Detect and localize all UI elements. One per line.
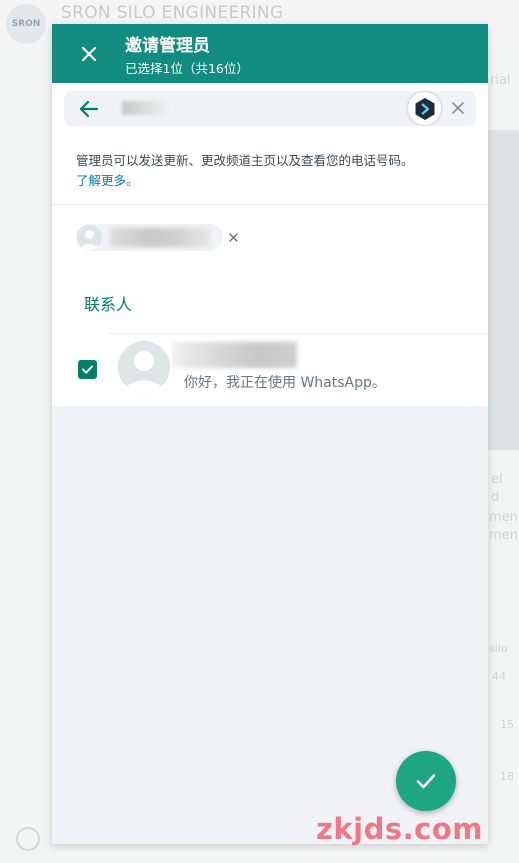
background-text: d [491,490,500,505]
background-text: ment [489,528,519,543]
selected-contact-chip [76,224,238,251]
search-bar [52,83,488,133]
info-section: 管理员可以发送更新、更改频道主页以及查看您的电话号码。 了解更多。 [52,133,488,205]
background-text: 44 [492,670,506,683]
extension-logo-icon [415,97,434,120]
background-text: el [491,472,503,487]
check-icon [416,774,436,789]
close-icon [81,46,97,62]
learn-more-link[interactable]: 了解更多。 [76,170,139,189]
remove-chip-button[interactable] [226,230,241,245]
search-query-redacted [122,101,170,115]
confirm-button[interactable] [396,751,456,811]
avatar [77,225,102,250]
close-icon [452,102,464,114]
emoji-icon [16,827,40,851]
close-button[interactable] [76,41,102,67]
background-text: men [489,510,518,525]
check-icon [82,365,93,374]
selected-contacts-section: 联系人 [52,205,488,333]
search-box [64,91,476,126]
contact-row[interactable]: 你好，我正在使用 WhatsApp。 [52,333,488,406]
contact-status: 你好，我正在使用 WhatsApp。 [184,375,386,391]
close-icon [229,233,238,242]
background-text: 15 [500,718,514,731]
default-avatar-icon [118,341,170,393]
channel-title: SRON SILO ENGINEERING [61,3,284,23]
default-avatar-icon [77,225,102,250]
invite-admin-dialog: 邀请管理员 已选择1位（共16位） 管理员可以发送更新、更改频道主页以及查看您的… [52,24,488,844]
background-image [488,130,519,450]
extension-icon[interactable] [408,92,441,125]
selection-count: 已选择1位（共16位） [125,61,249,76]
chip-name-redacted [110,228,210,247]
watermark: zkjds.com [316,812,483,846]
back-button[interactable] [78,98,100,120]
avatar [118,341,170,393]
channel-logo: SRON [6,4,46,44]
contacts-section-label: 联系人 [84,295,133,314]
clear-search-button[interactable] [449,99,467,117]
contact-checkbox[interactable] [78,360,97,379]
dialog-title: 邀请管理员 [125,36,210,56]
contact-name-redacted [172,342,297,368]
background-text: 18 [500,770,514,783]
admin-info-text: 管理员可以发送更新、更改频道主页以及查看您的电话号码。 [76,153,414,168]
arrow-left-icon [79,100,99,118]
divider [109,333,488,334]
dialog-header: 邀请管理员 已选择1位（共16位） [52,24,488,83]
background-text: rial [490,73,511,88]
background-text: silo [489,642,508,655]
